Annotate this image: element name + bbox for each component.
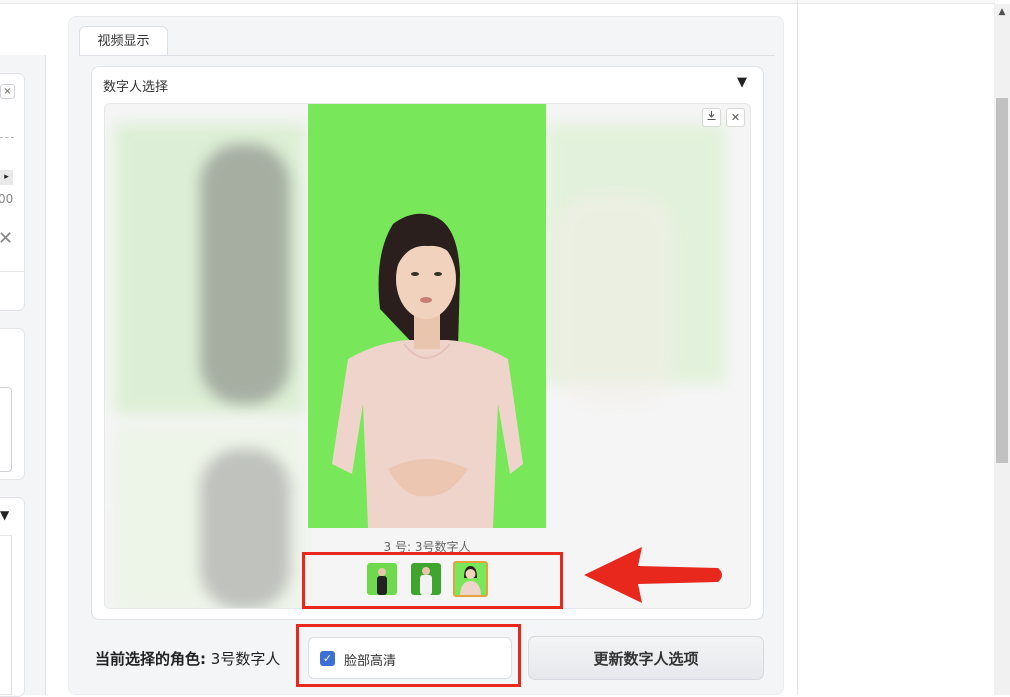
scroll-up-icon[interactable]: ▲ — [995, 5, 1009, 19]
update-avatar-button[interactable]: 更新数字人选项 — [528, 636, 764, 680]
backdrop-figure-bottom — [200, 449, 290, 608]
close-icon[interactable]: ✕ — [726, 108, 745, 127]
top-border — [0, 0, 995, 4]
left-close-icon[interactable]: × — [0, 84, 15, 99]
avatar-preview-image — [308, 104, 546, 528]
left-separator — [0, 271, 25, 272]
panel-divider — [797, 0, 798, 695]
current-role-label: 当前选择的角色: — [95, 650, 206, 668]
tab-video-display[interactable]: 视频显示 — [79, 26, 168, 56]
left-textarea[interactable] — [0, 387, 12, 472]
left-x-icon[interactable]: ✕ — [0, 228, 13, 249]
collapse-toggle-icon[interactable]: ▼ — [737, 75, 747, 90]
left-list — [0, 535, 12, 695]
backdrop-figure-right — [555, 194, 675, 404]
left-dropdown-icon[interactable]: ▼ — [0, 508, 9, 522]
annotation-box-face-hd — [296, 624, 521, 687]
left-divider — [0, 137, 14, 138]
annotation-arrow — [580, 542, 730, 612]
annotation-box-thumbnails — [302, 552, 563, 609]
tab-underline — [79, 55, 775, 56]
left-value: 00 — [0, 192, 14, 206]
current-role-value: 3号数字人 — [210, 650, 281, 668]
scrollbar-thumb[interactable] — [996, 98, 1008, 463]
download-icon[interactable] — [702, 108, 721, 127]
current-role-display: 当前选择的角色: 3号数字人 — [95, 648, 280, 669]
play-icon[interactable]: ▸ — [0, 170, 13, 185]
backdrop-figure-left — [200, 144, 290, 404]
card-title: 数字人选择 — [103, 80, 169, 95]
